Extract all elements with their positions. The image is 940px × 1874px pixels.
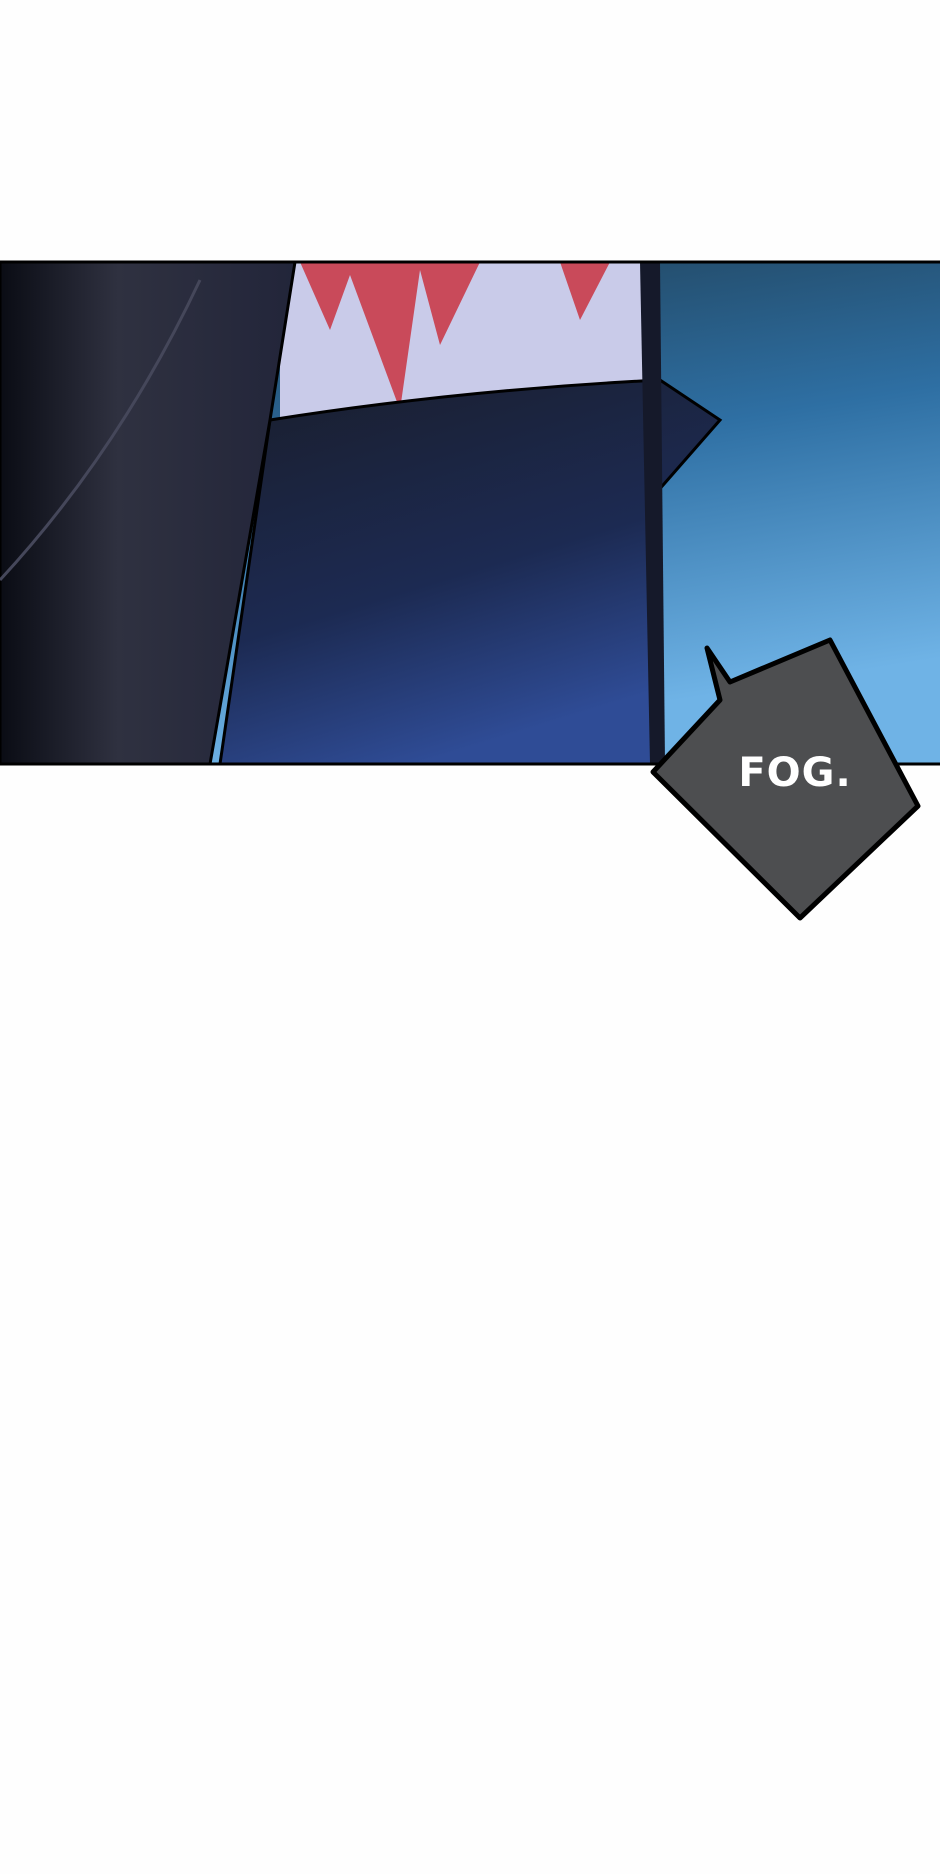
speech-bubble-text: FOG. (738, 750, 852, 796)
comic-panel (0, 260, 940, 921)
comic-page: FOG. (0, 0, 940, 1874)
